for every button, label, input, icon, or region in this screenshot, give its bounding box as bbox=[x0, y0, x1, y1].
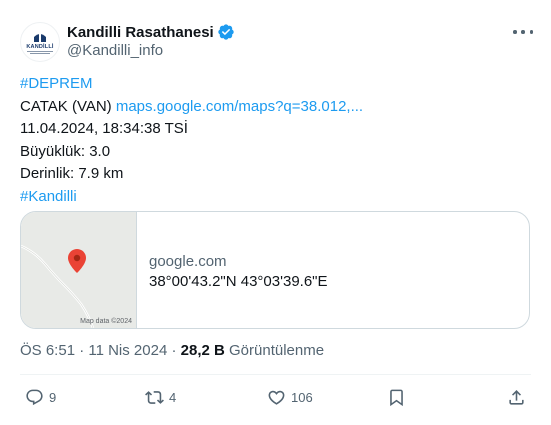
map-link[interactable]: maps.google.com/maps?q=38.012,... bbox=[116, 98, 363, 115]
location-text: CATAK (VAN) bbox=[20, 97, 116, 115]
avatar-line bbox=[30, 52, 50, 54]
author-handle[interactable]: @Kandilli_info bbox=[67, 42, 163, 59]
divider bbox=[20, 374, 531, 375]
observatory-logo-icon bbox=[34, 33, 46, 42]
link-preview-card[interactable]: Map data ©2024 google.com 38°00'43.2"N 4… bbox=[20, 211, 530, 329]
more-dot bbox=[513, 30, 517, 34]
card-domain: google.com bbox=[149, 253, 227, 270]
more-options-icon[interactable] bbox=[513, 24, 533, 40]
reply-icon bbox=[26, 389, 43, 405]
map-attribution: Map data ©2024 bbox=[80, 318, 132, 325]
like-icon bbox=[268, 390, 285, 405]
share-button[interactable] bbox=[507, 384, 526, 410]
reply-count: 9 bbox=[49, 389, 57, 405]
tweet-timestamp[interactable]: ÖS 6:51 · 11 Nis 2024 · bbox=[20, 342, 181, 359]
hashtag-kandilli[interactable]: #Kandilli bbox=[20, 186, 530, 209]
card-title: 38°00'43.2"N 43°03'39.6"E bbox=[149, 273, 328, 290]
avatar-text: KANDİLLİ bbox=[26, 43, 54, 50]
action-bar: 9 4 106 bbox=[0, 384, 551, 410]
tweet: KANDİLLİ Kandilli Rasathanesi @Kandilli_… bbox=[0, 0, 551, 425]
datetime-text: 11.04.2024, 18:34:38 TSİ bbox=[20, 120, 188, 137]
depth-text: Derinlik: 7.9 km bbox=[20, 165, 124, 182]
author-name-row: Kandilli Rasathanesi bbox=[67, 22, 235, 42]
bookmark-icon bbox=[390, 389, 403, 406]
more-dot bbox=[521, 30, 525, 34]
tweet-meta: ÖS 6:51 · 11 Nis 2024 · 28,2 B Görüntüle… bbox=[20, 342, 324, 359]
map-pin-icon bbox=[68, 249, 86, 273]
like-count: 106 bbox=[291, 389, 313, 405]
magnitude-text: Büyüklük: 3.0 bbox=[20, 142, 111, 160]
like-button[interactable]: 106 bbox=[267, 384, 313, 410]
bookmark-button[interactable] bbox=[387, 384, 406, 410]
tweet-text: #DEPREM CATAK (VAN) maps.google.com/maps… bbox=[20, 73, 530, 208]
retweet-button[interactable]: 4 bbox=[145, 384, 176, 410]
more-dot bbox=[529, 30, 533, 34]
hashtag-deprem[interactable]: #DEPREM bbox=[20, 73, 530, 96]
verified-badge-icon[interactable] bbox=[217, 23, 235, 41]
location-line: CATAK (VAN) maps.google.com/maps?q=38.01… bbox=[20, 96, 530, 119]
avatar-line bbox=[27, 50, 53, 52]
retweet-count: 4 bbox=[169, 389, 177, 405]
author-display-name[interactable]: Kandilli Rasathanesi bbox=[67, 24, 214, 41]
retweet-icon bbox=[145, 390, 164, 404]
share-icon bbox=[509, 389, 524, 405]
views-label: Görüntülenme bbox=[224, 342, 325, 359]
views-count: 28,2 B bbox=[180, 342, 225, 359]
reply-button[interactable]: 9 bbox=[25, 384, 56, 410]
card-info: google.com 38°00'43.2"N 43°03'39.6"E bbox=[149, 252, 328, 292]
map-thumbnail[interactable]: Map data ©2024 bbox=[21, 212, 137, 328]
avatar[interactable]: KANDİLLİ bbox=[20, 22, 60, 62]
